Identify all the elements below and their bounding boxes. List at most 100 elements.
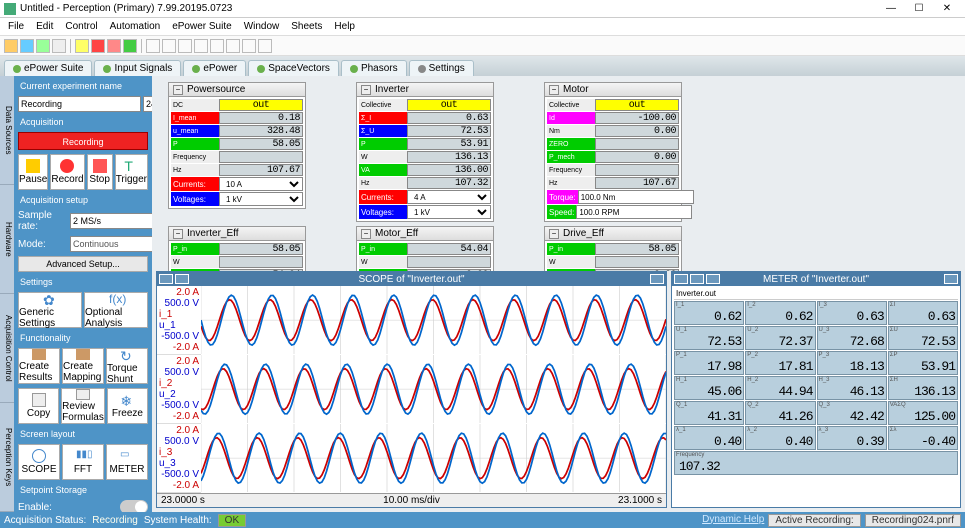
tool-pause[interactable] [75,39,89,53]
tool-12[interactable] [258,39,272,53]
meter-cell: Σλ-0.40 [888,426,958,450]
recording-button[interactable]: Recording [18,132,148,150]
inverter-eff-block: −Inverter_EffP_in58.05WP_out54.04W0.00η9… [168,226,306,271]
motor-block: −Motor Collectiveout Id-100.00Nm0.00ZERO… [544,82,682,222]
menu-help[interactable]: Help [334,21,355,32]
tool-10[interactable] [226,39,240,53]
tool-6[interactable] [162,39,176,53]
meter-cell: H_145.06 [674,376,744,400]
optional-analysis-button[interactable]: f(x)Optional Analysis [84,292,148,328]
tool-11[interactable] [242,39,256,53]
tool-trig[interactable] [123,39,137,53]
maximize-button[interactable]: ☐ [905,3,933,14]
meter-cell: I_10.62 [674,301,744,325]
tab-settings[interactable]: Settings [409,60,474,76]
sidetab-hw[interactable]: Hardware [0,185,14,294]
record-button[interactable]: Record [50,154,84,190]
trigger-button[interactable]: TTrigger [115,154,148,190]
close-button[interactable]: ✕ [933,3,961,14]
sidetab-keys[interactable]: Perception Keys [0,403,14,512]
dynamic-help-link[interactable]: Dynamic Help [702,514,764,527]
meter-menu-icon[interactable] [944,274,958,284]
menu-automation[interactable]: Automation [110,21,161,32]
expand-icon[interactable]: − [361,85,371,95]
speed-input[interactable] [576,205,692,219]
meter-cell: I_20.62 [745,301,815,325]
meter-cell: U_172.53 [674,326,744,350]
fft-layout-button[interactable]: ▮▮▯FFT [62,444,104,480]
scope-btn-2[interactable] [175,274,189,284]
torque-input[interactable] [578,190,694,204]
drive-eff-block: −Drive_EffP_in58.05WP_out0.00W0.00η0.00P… [544,226,682,271]
setup-header: Acquisition setup [18,194,148,206]
voltages-select[interactable]: 1 kV [219,192,303,206]
settings-header: Settings [18,276,148,288]
tool-1[interactable] [4,39,18,53]
func-header: Functionality [18,332,148,344]
menu-file[interactable]: File [8,21,24,32]
stop-button[interactable]: Stop [87,154,113,190]
layout-header: Screen layout [18,428,148,440]
currents-select[interactable]: 10 A [219,177,303,191]
tool-stop[interactable] [107,39,121,53]
tab-epower-suite[interactable]: ePower Suite [4,60,92,76]
tool-3[interactable] [36,39,50,53]
copy-button[interactable]: Copy [18,388,59,424]
menu-window[interactable]: Window [244,21,280,32]
scope-x0: 23.0000 s [161,495,205,506]
create-results-button[interactable]: Create Results [18,348,60,384]
tool-4[interactable] [52,39,66,53]
meter-cell: H_244.94 [745,376,815,400]
scope-xdiv: 10.00 ms/div [383,495,440,506]
meter-btn-2[interactable] [690,274,704,284]
meter-panel: METER of "Inverter.out" Inverter.out I_1… [671,271,961,508]
tool-rec[interactable] [91,39,105,53]
tool-7[interactable] [178,39,192,53]
review-formulas-button[interactable]: Review Formulas [61,388,105,424]
tool-8[interactable] [194,39,208,53]
scope-layout-button[interactable]: SCOPE [18,444,60,480]
recording-name-input[interactable] [18,96,141,112]
scope-title: SCOPE of "Inverter.out" [358,274,464,285]
tool-9[interactable] [210,39,224,53]
sample-rate-input[interactable] [70,213,152,229]
window-title: Untitled - Perception (Primary) 7.99.201… [20,3,877,14]
minimize-button[interactable]: — [877,3,905,14]
meter-cell: VAΣQ125.00 [888,401,958,425]
enable-toggle[interactable] [120,500,148,512]
expand-icon[interactable]: − [549,85,559,95]
meter-cell: λ_10.40 [674,426,744,450]
create-mapping-button[interactable]: Create Mapping [62,348,104,384]
tab-input-signals[interactable]: Input Signals [94,60,181,76]
tab-epower[interactable]: ePower [183,60,246,76]
tab-phasors[interactable]: Phasors [341,60,407,76]
menu-sheets[interactable]: Sheets [291,21,322,32]
torque-shunt-button[interactable]: ↻Torque Shunt [106,348,148,384]
menu-epower[interactable]: ePower Suite [172,21,231,32]
meter-btn-3[interactable] [706,274,720,284]
tool-2[interactable] [20,39,34,53]
sidetab-data[interactable]: Data Sources [0,76,14,185]
pause-button[interactable]: Pause [18,154,48,190]
generic-settings-button[interactable]: ✿Generic Settings [18,292,82,328]
expand-icon[interactable]: − [173,85,183,95]
recording-num-input[interactable] [143,96,152,112]
scope-menu-icon[interactable] [650,274,664,284]
tool-5[interactable] [146,39,160,53]
freeze-button[interactable]: ❄Freeze [107,388,148,424]
menu-edit[interactable]: Edit [36,21,53,32]
scope-btn-1[interactable] [159,274,173,284]
meter-layout-button[interactable]: ▭METER [106,444,148,480]
meter-btn-1[interactable] [674,274,688,284]
meter-cell: ΣP53.91 [888,351,958,375]
advanced-setup-button[interactable]: Advanced Setup... [18,256,148,272]
toolbar [0,36,965,56]
tab-spacevectors[interactable]: SpaceVectors [248,60,339,76]
inv-currents-select[interactable]: 4 A [407,190,491,204]
status-bar: Acquisition Status: Recording System Hea… [0,512,965,528]
meter-cell: P_217.81 [745,351,815,375]
inv-voltages-select[interactable]: 1 kV [407,205,491,219]
menu-control[interactable]: Control [65,21,97,32]
sidetab-acq[interactable]: Acquisition Control [0,294,14,403]
exp-name-header: Current experiment name [18,80,148,92]
